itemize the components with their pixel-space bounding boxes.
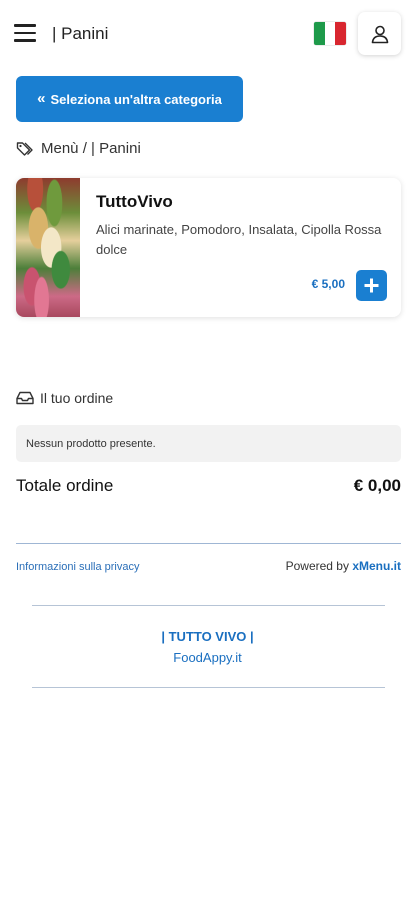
hamburger-icon[interactable] [14, 24, 36, 42]
product-card[interactable]: TuttoVivo Alici marinate, Pomodoro, Insa… [16, 178, 401, 317]
product-name: TuttoVivo [96, 192, 173, 211]
breadcrumb: Menù / | Panini [16, 140, 141, 157]
restaurant-name: | TUTTO VIVO | [161, 629, 254, 644]
add-to-order-button[interactable] [356, 270, 387, 301]
product-price: € 5,00 [311, 277, 345, 291]
breadcrumb-text: Menù / | Panini [41, 140, 141, 157]
inbox-icon [16, 391, 34, 405]
order-heading: Il tuo ordine [16, 390, 113, 406]
order-total-row: Totale ordine € 0,00 [16, 476, 401, 496]
footer-divider [16, 543, 401, 544]
foodappy-link[interactable]: FoodAppy.it [0, 650, 415, 665]
plus-icon [364, 278, 379, 293]
footer-divider-top [32, 605, 385, 606]
footer-divider-bottom [32, 687, 385, 688]
powered-by-prefix: Powered by [285, 559, 349, 573]
order-total-label: Totale ordine [16, 476, 114, 495]
select-other-category-button[interactable]: « Seleziona un'altra categoria [16, 76, 243, 122]
order-total-value: € 0,00 [353, 476, 401, 495]
powered-by: Powered by xMenu.it [286, 559, 401, 573]
privacy-info-link[interactable]: Informazioni sulla privacy [16, 561, 140, 573]
page-title: | Panini [52, 24, 109, 43]
order-heading-label: Il tuo ordine [40, 390, 114, 406]
product-image [16, 178, 80, 317]
product-description: Alici marinate, Pomodoro, Insalata, Cipo… [96, 222, 382, 257]
user-icon [371, 25, 388, 43]
double-chevron-left-icon: « [37, 89, 46, 107]
top-bar: | Panini [0, 0, 415, 68]
xmenu-link[interactable]: xMenu.it [352, 559, 401, 573]
user-account-button[interactable] [358, 12, 401, 55]
empty-order-message: Nessun prodotto presente. [16, 425, 401, 462]
italy-flag-icon[interactable] [314, 22, 346, 45]
select-other-category-label: Seleziona un'altra categoria [50, 91, 222, 107]
tags-icon [16, 141, 33, 156]
